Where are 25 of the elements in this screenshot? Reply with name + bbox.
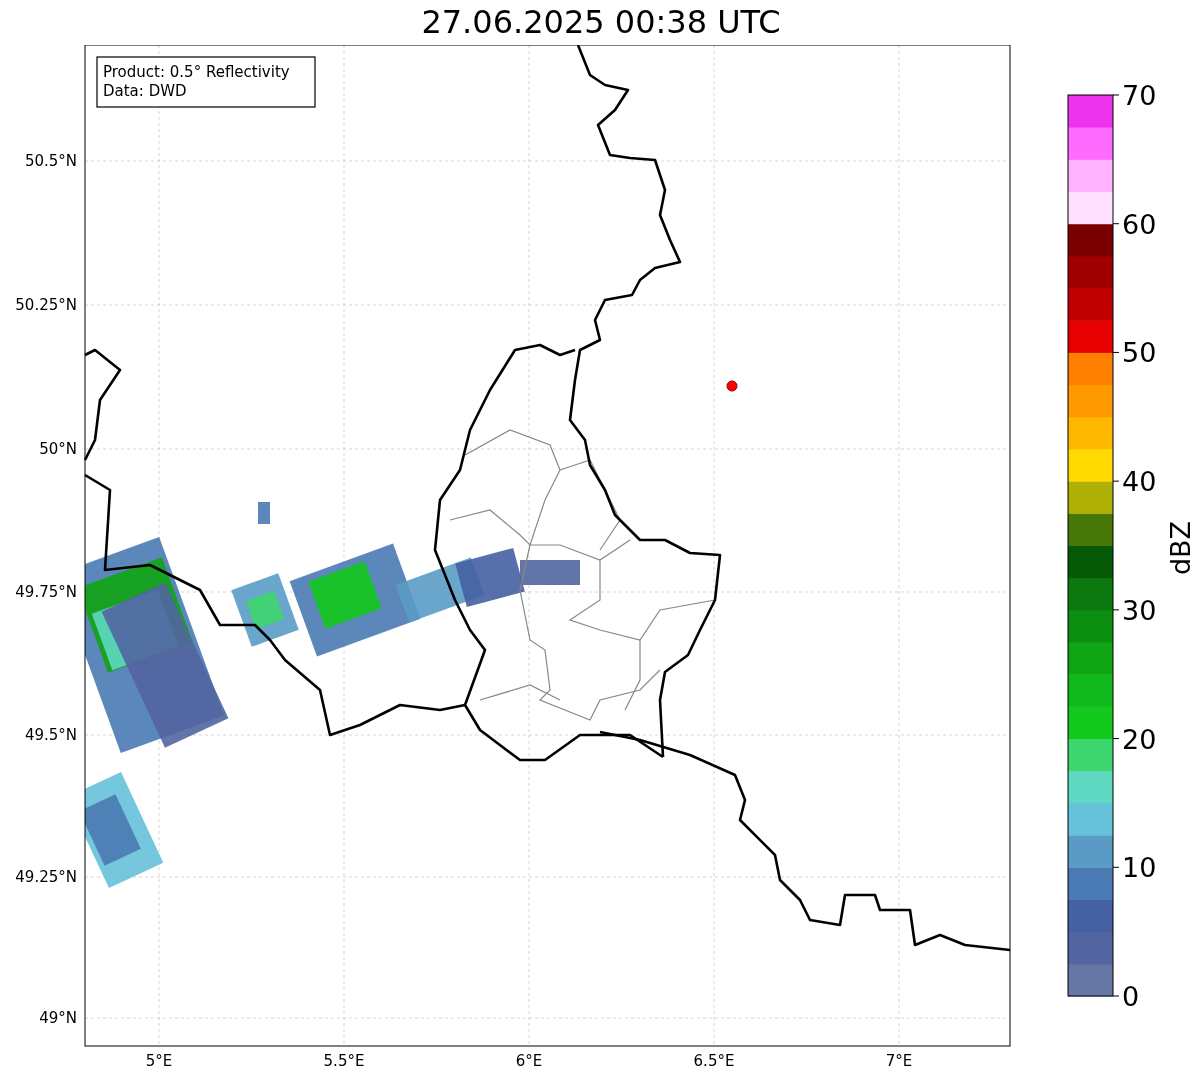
colorbar-tick-label: 10: [1122, 852, 1157, 884]
colorbar-tick-label: 60: [1122, 208, 1157, 240]
latitude-label: 50.5°N: [24, 152, 77, 170]
colorbar-tick-label: 30: [1122, 594, 1157, 626]
longitude-label: 5°E: [145, 1052, 173, 1070]
colorbar-tick-label: 20: [1122, 723, 1157, 755]
latitude-label: 49.25°N: [15, 868, 77, 886]
latitude-label: 50.25°N: [15, 296, 77, 314]
colorbar-tick-label: 40: [1122, 466, 1157, 498]
latitude-label: 49°N: [39, 1009, 77, 1027]
longitude-label: 7°E: [885, 1052, 913, 1070]
latitude-label: 49.75°N: [15, 583, 77, 601]
longitude-label: 5.5°E: [323, 1052, 365, 1070]
latitude-label: 50°N: [39, 440, 77, 458]
info-text: Data: DWD: [103, 82, 187, 100]
latitude-label: 49.5°N: [24, 726, 77, 744]
chart-title: 27.06.2025 00:38 UTC: [420, 2, 782, 43]
radar-site-marker: [726, 380, 738, 392]
colorbar-tick-label: 0: [1122, 981, 1140, 1012]
colorbar-label: dBZ: [1165, 520, 1196, 576]
longitude-label: 6.5°E: [693, 1052, 735, 1070]
info-text: Product: 0.5° Reflectivity: [103, 63, 290, 81]
longitude-label: 6°E: [515, 1052, 543, 1070]
colorbar-tick-label: 70: [1122, 80, 1157, 111]
colorbar-tick-label: 50: [1122, 337, 1157, 369]
